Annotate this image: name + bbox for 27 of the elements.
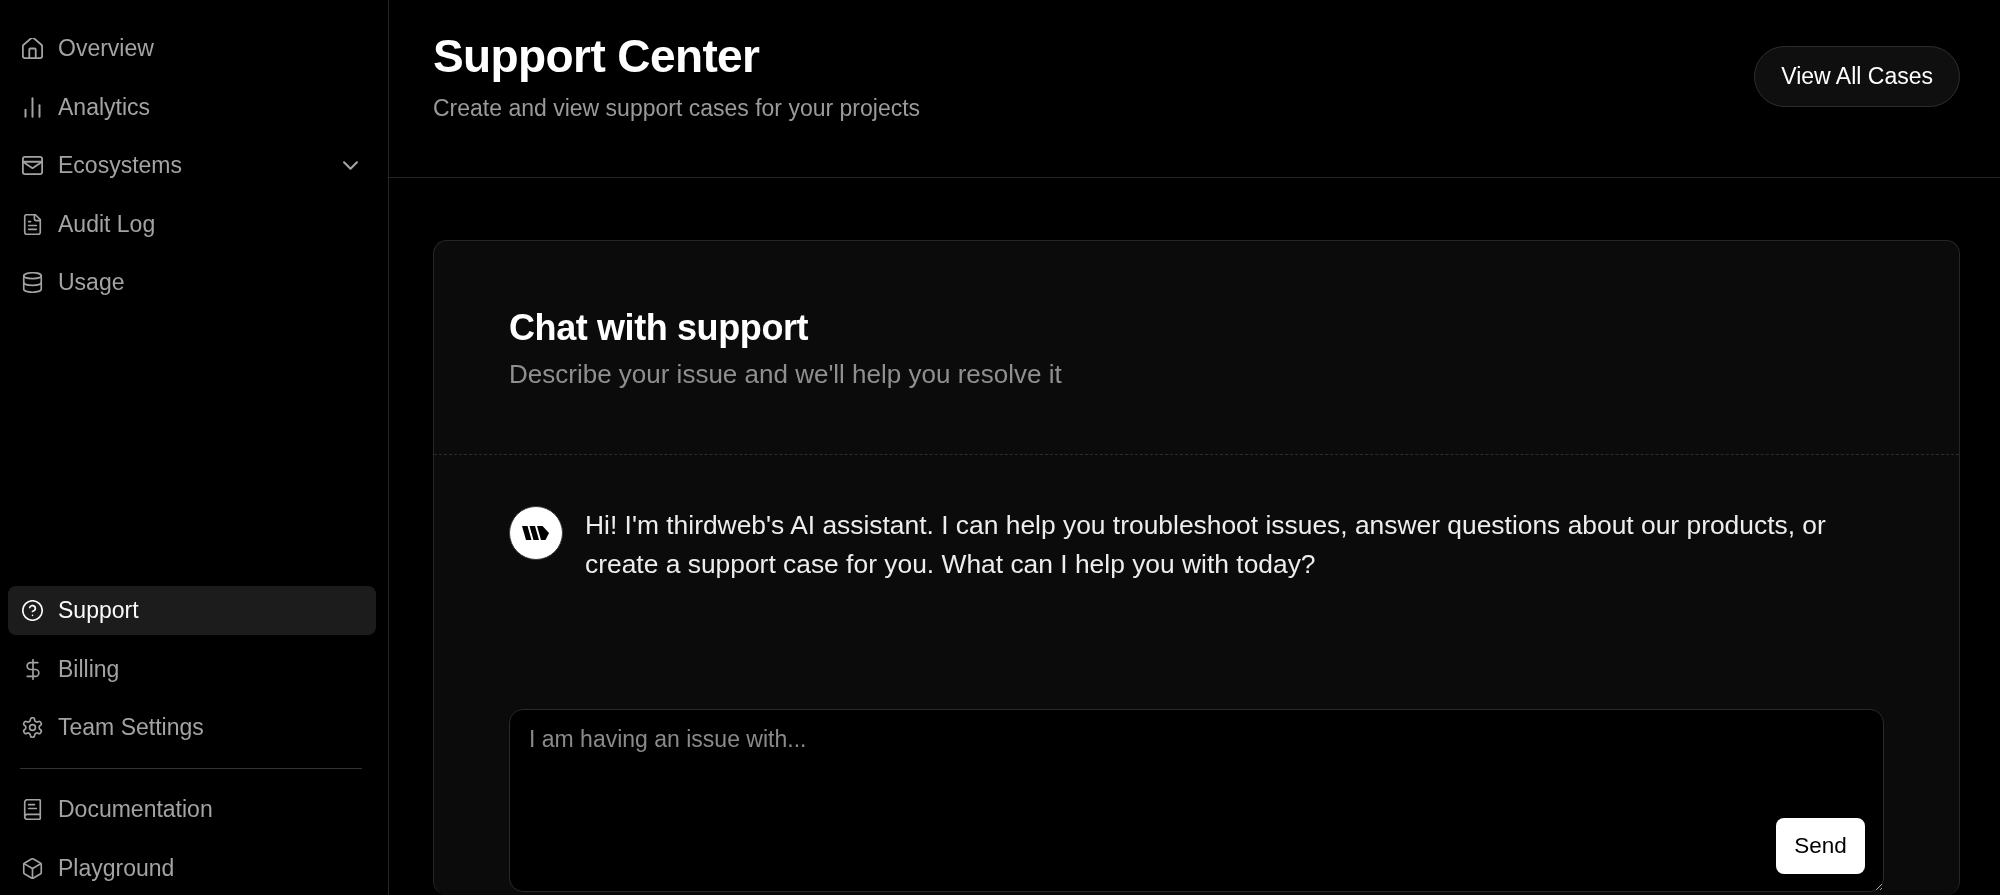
send-button[interactable]: Send [1776,818,1865,874]
sidebar-item[interactable]: Playground [8,844,376,893]
sidebar-item[interactable]: Documentation [8,785,376,835]
page-title: Support Center [433,30,761,83]
page-subtitle: Create and view support cases for your projects [433,94,921,122]
sidebar-item[interactable]: Billing [8,644,376,694]
assistant-logo-icon [509,506,563,560]
database-icon [22,272,43,294]
view-all-cases-button[interactable]: View All Cases [1754,45,1960,107]
settings-icon [22,717,43,739]
envelope-icon [22,155,43,177]
sidebar-item[interactable]: Overview [8,24,376,73]
chat-title: Chat with support [509,307,810,349]
sidebar-item[interactable]: Analytics [8,82,376,132]
chat-subtitle: Describe your issue and we'll help you resolve it [509,359,1063,389]
sidebar-item[interactable]: Team Settings [8,703,376,753]
home-icon [22,38,43,59]
help-icon [22,600,43,622]
sidebar-item[interactable]: Ecosystems [8,141,376,191]
bar-chart-icon [22,96,43,118]
cube-icon [22,858,43,879]
assistant-message: Hi! I'm thirdweb's AI assistant. I can help you troubleshoot issues, answer questions about our products, or create a support case for you. What can I help you with today? [585,509,1827,581]
sidebar-item[interactable]: Usage [8,258,376,308]
sidebar-item[interactable]: Support [8,586,376,636]
book-icon [22,799,43,821]
document-icon [22,213,43,235]
sidebar-item[interactable]: Audit Log [8,199,376,249]
